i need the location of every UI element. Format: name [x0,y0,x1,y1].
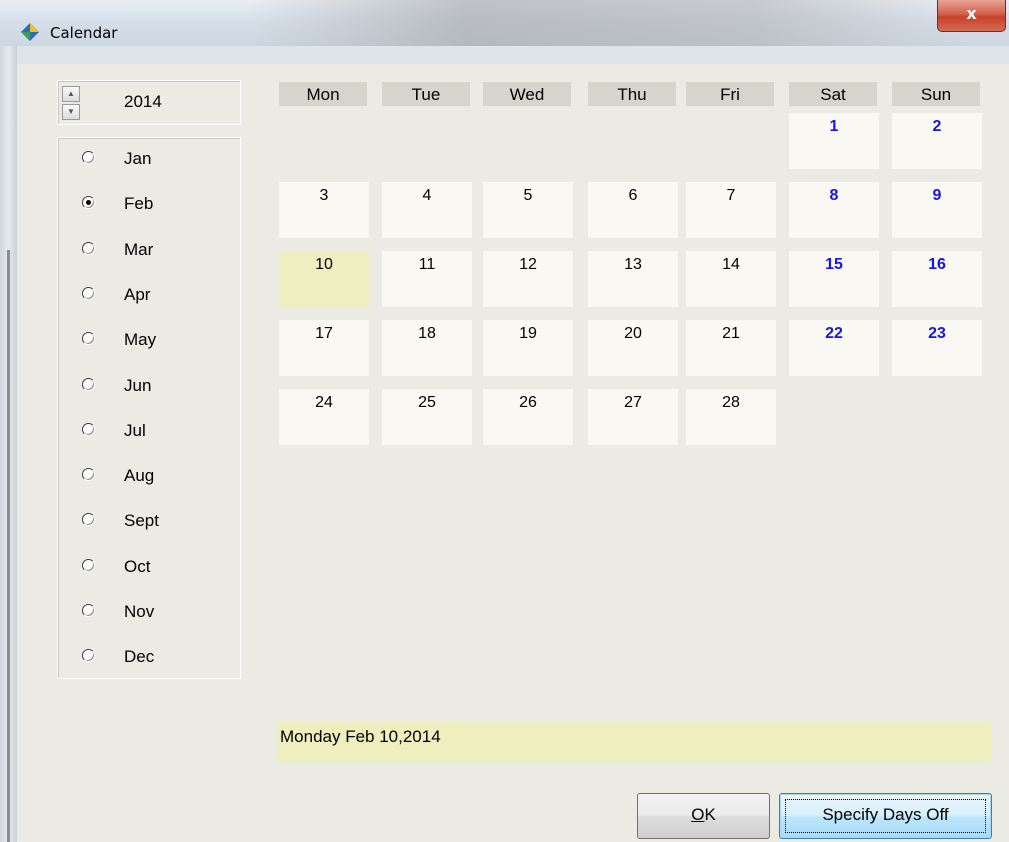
day-cell[interactable]: 26 [483,389,573,445]
month-radio-jul[interactable]: Jul [82,417,222,447]
month-label: May [124,330,157,349]
day-cell[interactable]: 1 [789,113,879,169]
window-frame-top [17,46,1009,64]
month-radio-mar[interactable]: Mar [82,236,222,266]
day-cell[interactable]: 11 [382,251,472,307]
day-cell[interactable]: 24 [279,389,369,445]
focus-rectangle [785,799,986,833]
day-cell[interactable]: 14 [686,251,776,307]
weekday-header-mon: Mon [279,82,367,106]
selected-date-display: Monday Feb 10,2014 [278,722,991,762]
day-cell[interactable]: 17 [279,320,369,376]
day-cell[interactable]: 15 [789,251,879,307]
day-cell[interactable]: 3 [279,182,369,238]
radio-button-icon[interactable] [82,332,95,345]
weekday-header-fri: Fri [686,82,774,106]
month-radio-jun[interactable]: Jun [82,372,222,402]
calendar-window: Calendar x ▲ ▼ 2014 Jan Feb Mar Apr May Jun Ju… [0,0,1009,842]
month-radio-apr[interactable]: Apr [82,281,222,311]
title-bar[interactable]: Calendar x [0,0,1009,47]
day-cell[interactable]: 7 [686,182,776,238]
radio-button-icon[interactable] [82,559,95,572]
month-radio-may[interactable]: May [82,326,222,356]
window-title: Calendar [50,24,118,42]
day-cell[interactable]: 5 [483,182,573,238]
month-radio-oct[interactable]: Oct [82,553,222,583]
ok-button[interactable]: OK [637,793,770,839]
month-radio-nov[interactable]: Nov [82,598,222,628]
month-label: Jan [124,149,152,168]
month-label: Jul [124,421,146,440]
month-label: Jun [124,376,152,395]
spin-up-button[interactable]: ▲ [62,86,80,102]
radio-button-icon[interactable] [82,378,95,391]
month-label: Dec [124,647,155,666]
weekday-header-tue: Tue [382,82,470,106]
month-label: Oct [124,557,151,576]
radio-button-icon[interactable] [82,151,95,164]
month-label: Apr [124,285,151,304]
window-frame-edge [7,250,10,842]
day-cell[interactable]: 4 [382,182,472,238]
weekday-header-sun: Sun [892,82,980,106]
month-radio-sept[interactable]: Sept [82,507,222,537]
month-label: Mar [124,240,154,259]
day-cell[interactable]: 20 [588,320,678,376]
ok-button-mnemonic: O [691,805,705,824]
day-cell[interactable]: 10 [279,251,369,307]
spin-down-button[interactable]: ▼ [62,104,80,120]
radio-button-icon[interactable] [82,604,95,617]
month-label: Sept [124,511,159,530]
day-cell[interactable]: 19 [483,320,573,376]
day-cell[interactable]: 8 [789,182,879,238]
day-cell[interactable]: 21 [686,320,776,376]
day-cell[interactable]: 2 [892,113,982,169]
weekday-header-sat: Sat [789,82,877,106]
specify-days-off-button[interactable]: Specify Days Off [779,793,992,839]
radio-button-icon[interactable] [82,196,95,209]
month-radio-dec[interactable]: Dec [82,643,222,673]
arrow-up-icon: ▲ [67,89,75,98]
day-cell[interactable]: 12 [483,251,573,307]
year-value: 2014 [124,92,162,111]
month-radio-feb[interactable]: Feb [82,190,222,220]
radio-button-icon[interactable] [82,513,95,526]
day-cell[interactable]: 25 [382,389,472,445]
day-cell[interactable]: 23 [892,320,982,376]
month-radio-jan[interactable]: Jan [82,145,222,175]
day-cell[interactable]: 28 [686,389,776,445]
month-label: Feb [124,194,154,213]
radio-button-icon[interactable] [82,468,95,481]
radio-button-icon[interactable] [82,242,95,255]
close-button[interactable]: x [937,0,1006,32]
radio-button-icon[interactable] [82,287,95,300]
month-label: Nov [124,602,155,621]
close-icon: x [966,4,977,23]
ok-button-label: K [704,805,716,824]
radio-button-icon[interactable] [82,649,95,662]
day-cell[interactable]: 18 [382,320,472,376]
month-radio-aug[interactable]: Aug [82,462,222,492]
arrow-down-icon: ▼ [67,107,75,116]
day-cell[interactable]: 27 [588,389,678,445]
day-cell[interactable]: 16 [892,251,982,307]
day-cell[interactable]: 9 [892,182,982,238]
month-label: Aug [124,466,155,485]
year-spinner[interactable]: ▲ ▼ [62,86,80,120]
app-icon [21,23,39,41]
title-bar-shade [250,0,970,46]
day-cell[interactable]: 22 [789,320,879,376]
day-cell[interactable]: 13 [588,251,678,307]
weekday-header-wed: Wed [483,82,571,106]
day-cell[interactable]: 6 [588,182,678,238]
radio-button-icon[interactable] [82,423,95,436]
weekday-header-thu: Thu [588,82,676,106]
